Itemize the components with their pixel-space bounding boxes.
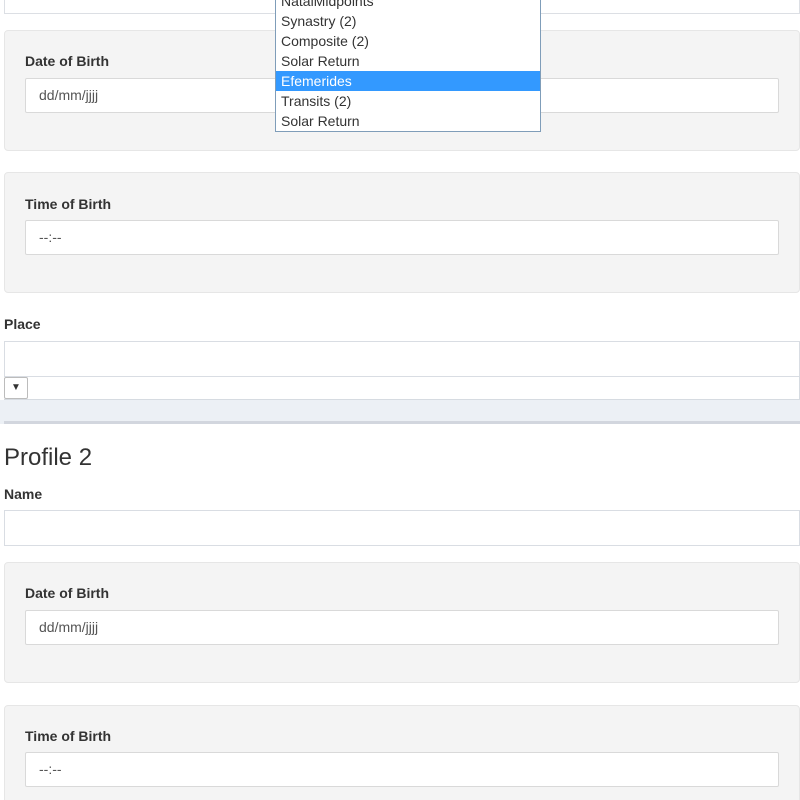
profile2-date-of-birth-panel: Date of Birth dd/mm/jjjj — [4, 562, 800, 683]
profile2-time-of-birth-input[interactable]: --:-- — [25, 752, 779, 787]
profile2-time-of-birth-label: Time of Birth — [25, 728, 112, 744]
date-of-birth-label: Date of Birth — [25, 53, 109, 69]
place-select-toggle[interactable]: ▼ — [4, 377, 28, 399]
section-divider — [4, 421, 800, 424]
chart-type-dropdown[interactable]: NatalMidpoints Synastry (2) Composite (2… — [275, 0, 541, 132]
profile1-time-of-birth-panel: Time of Birth --:-- — [4, 172, 800, 293]
profile2-title: Profile 2 — [4, 444, 93, 471]
dropdown-item-composite[interactable]: Composite (2) — [276, 31, 540, 51]
profile2-date-of-birth-input[interactable]: dd/mm/jjjj — [25, 610, 779, 645]
profile2-name-input[interactable] — [4, 510, 800, 546]
profile2-date-of-birth-label: Date of Birth — [25, 585, 109, 601]
dropdown-item-solar-return[interactable]: Solar Return — [276, 51, 540, 71]
place-label: Place — [4, 316, 41, 332]
profile2-time-of-birth-panel: Time of Birth --:-- — [4, 705, 800, 800]
profile2-name-label: Name — [4, 486, 43, 502]
chevron-down-icon: ▼ — [11, 382, 21, 393]
dropdown-item-efemerides[interactable]: Efemerides — [276, 71, 540, 91]
place-select-border — [4, 376, 800, 400]
dropdown-item-transits[interactable]: Transits (2) — [276, 91, 540, 111]
place-input[interactable] — [4, 341, 800, 377]
dropdown-item-solar-return-2[interactable]: Solar Return — [276, 111, 540, 131]
dropdown-item-synastry[interactable]: Synastry (2) — [276, 11, 540, 31]
time-of-birth-label: Time of Birth — [25, 196, 112, 212]
time-of-birth-input[interactable]: --:-- — [25, 220, 779, 255]
dropdown-item-natal-midpoints[interactable]: NatalMidpoints — [276, 0, 540, 11]
